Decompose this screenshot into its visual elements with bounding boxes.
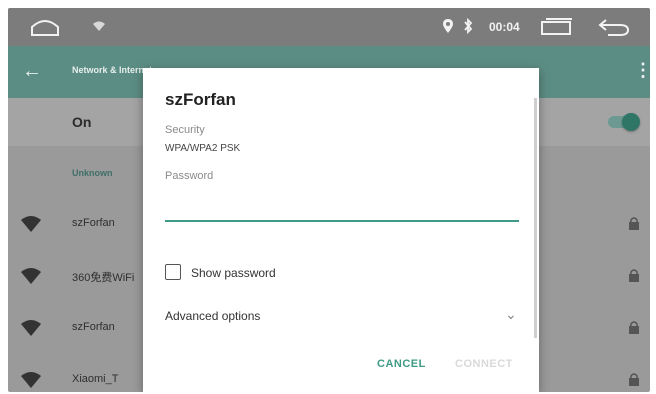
checkbox[interactable] <box>165 264 181 280</box>
toggle-knob <box>622 113 640 131</box>
back-icon[interactable] <box>598 17 630 37</box>
network-name: 360免费WiFi <box>72 272 135 284</box>
show-password-label: Show password <box>191 266 276 280</box>
lock-icon <box>629 373 639 386</box>
lock-icon <box>629 217 639 230</box>
more-vert-icon[interactable]: ⋮ <box>634 60 650 81</box>
network-name: szForfan <box>72 321 115 333</box>
bluetooth-icon <box>464 18 473 34</box>
wifi-signal-icon <box>21 320 41 336</box>
security-value: WPA/WPA2 PSK <box>165 143 241 154</box>
dialog-scrollbar[interactable] <box>534 98 537 338</box>
wifi-connect-dialog: szForfan Security WPA/WPA2 PSK Password … <box>143 68 539 392</box>
network-name: Xiaomi_T <box>72 373 119 385</box>
back-arrow-icon[interactable]: ← <box>22 61 42 81</box>
network-name: szForfan <box>72 217 115 229</box>
screen: 00:04 ← Network & Internet ⋮ On Unknown … <box>8 8 650 392</box>
wifi-signal-icon <box>21 268 41 284</box>
clock: 00:04 <box>489 20 520 34</box>
wifi-toggle-switch[interactable] <box>608 113 640 131</box>
advanced-options[interactable]: Advanced options <box>165 309 260 323</box>
password-input[interactable] <box>165 220 519 222</box>
security-label: Security <box>165 124 205 136</box>
chevron-down-icon[interactable]: ⌄ <box>505 306 517 323</box>
connect-button[interactable]: CONNECT <box>455 358 513 370</box>
wifi-signal-icon <box>21 216 41 232</box>
password-label: Password <box>165 170 214 182</box>
wifi-toggle-label: On <box>72 114 92 130</box>
section-header: Unknown <box>72 168 113 178</box>
recents-icon[interactable] <box>540 18 574 36</box>
home-icon[interactable] <box>30 17 60 37</box>
cancel-button[interactable]: CANCEL <box>377 358 426 370</box>
dialog-title: szForfan <box>165 90 236 109</box>
lock-icon <box>629 321 639 334</box>
location-icon <box>443 19 453 33</box>
wifi-signal-icon <box>21 372 41 388</box>
toolbar-title: Network & Internet <box>72 65 153 75</box>
lock-icon <box>629 269 639 282</box>
status-bar: 00:04 <box>8 8 650 46</box>
wifi-small-icon <box>93 21 105 31</box>
